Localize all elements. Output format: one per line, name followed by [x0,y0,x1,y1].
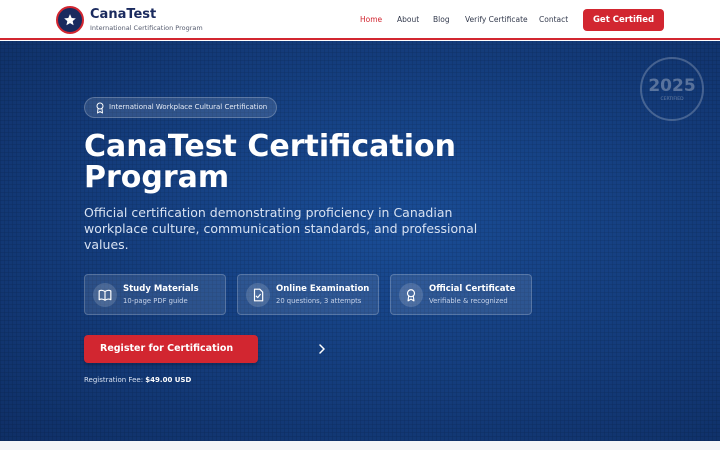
nav-about[interactable]: About [397,15,419,24]
logo-icon[interactable] [56,6,84,34]
page-title-line-2: Program [84,160,230,195]
register-button-label: Register for Certification [100,343,234,354]
hero-subtitle: Official certification demonstrating pro… [84,205,478,252]
registration-fee-value: $49.00 USD [145,376,192,384]
feature-title: Study Materials [123,284,199,294]
nav-verify-certificate[interactable]: Verify Certificate [465,15,528,24]
nav-home[interactable]: Home [360,15,382,24]
brand-name[interactable]: CanaTest [90,7,156,22]
year-seal: 2025 CERTIFIED [640,57,704,121]
feature-title: Online Examination [276,284,370,294]
award-icon [96,102,104,114]
feature-title: Official Certificate [429,284,516,294]
certification-badge: International Workplace Cultural Certifi… [84,97,277,118]
get-certified-button[interactable]: Get Certified [583,9,664,31]
site-header: CanaTest International Certification Pro… [0,0,720,40]
feature-subtitle: 10-page PDF guide [123,297,188,305]
page-title: CanaTest Certification Program [84,131,524,193]
year-seal-number: 2025 [648,76,696,96]
registration-fee: Registration Fee: $49.00 USD [84,376,191,384]
star-icon [64,14,76,26]
page-title-line-1: CanaTest Certification [84,129,456,164]
feature-icon-wrap [93,283,117,307]
feature-icon-wrap [246,283,270,307]
year-seal-caption: CERTIFIED [660,97,684,102]
feature-card-study-materials: Study Materials 10-page PDF guide [84,274,226,315]
nav-blog[interactable]: Blog [433,15,450,24]
nav-contact[interactable]: Contact [539,15,568,24]
section-divider [0,441,720,450]
feature-icon-wrap [399,283,423,307]
document-check-icon [253,288,264,302]
chevron-right-icon [319,344,325,354]
brand-tagline: International Certification Program [90,24,203,32]
award-icon [406,289,416,302]
register-button[interactable]: Register for Certification [84,335,325,363]
certification-badge-label: International Workplace Cultural Certifi… [109,103,268,111]
feature-subtitle: Verifiable & recognized [429,297,508,305]
feature-subtitle: 20 questions, 3 attempts [276,297,362,305]
registration-fee-label: Registration Fee: [84,376,144,384]
feature-card-official-certificate: Official Certificate Verifiable & recogn… [390,274,532,315]
feature-card-online-examination: Online Examination 20 questions, 3 attem… [237,274,379,315]
hero-section: 2025 CERTIFIED International Workplace C… [0,41,720,441]
book-icon [98,289,112,301]
